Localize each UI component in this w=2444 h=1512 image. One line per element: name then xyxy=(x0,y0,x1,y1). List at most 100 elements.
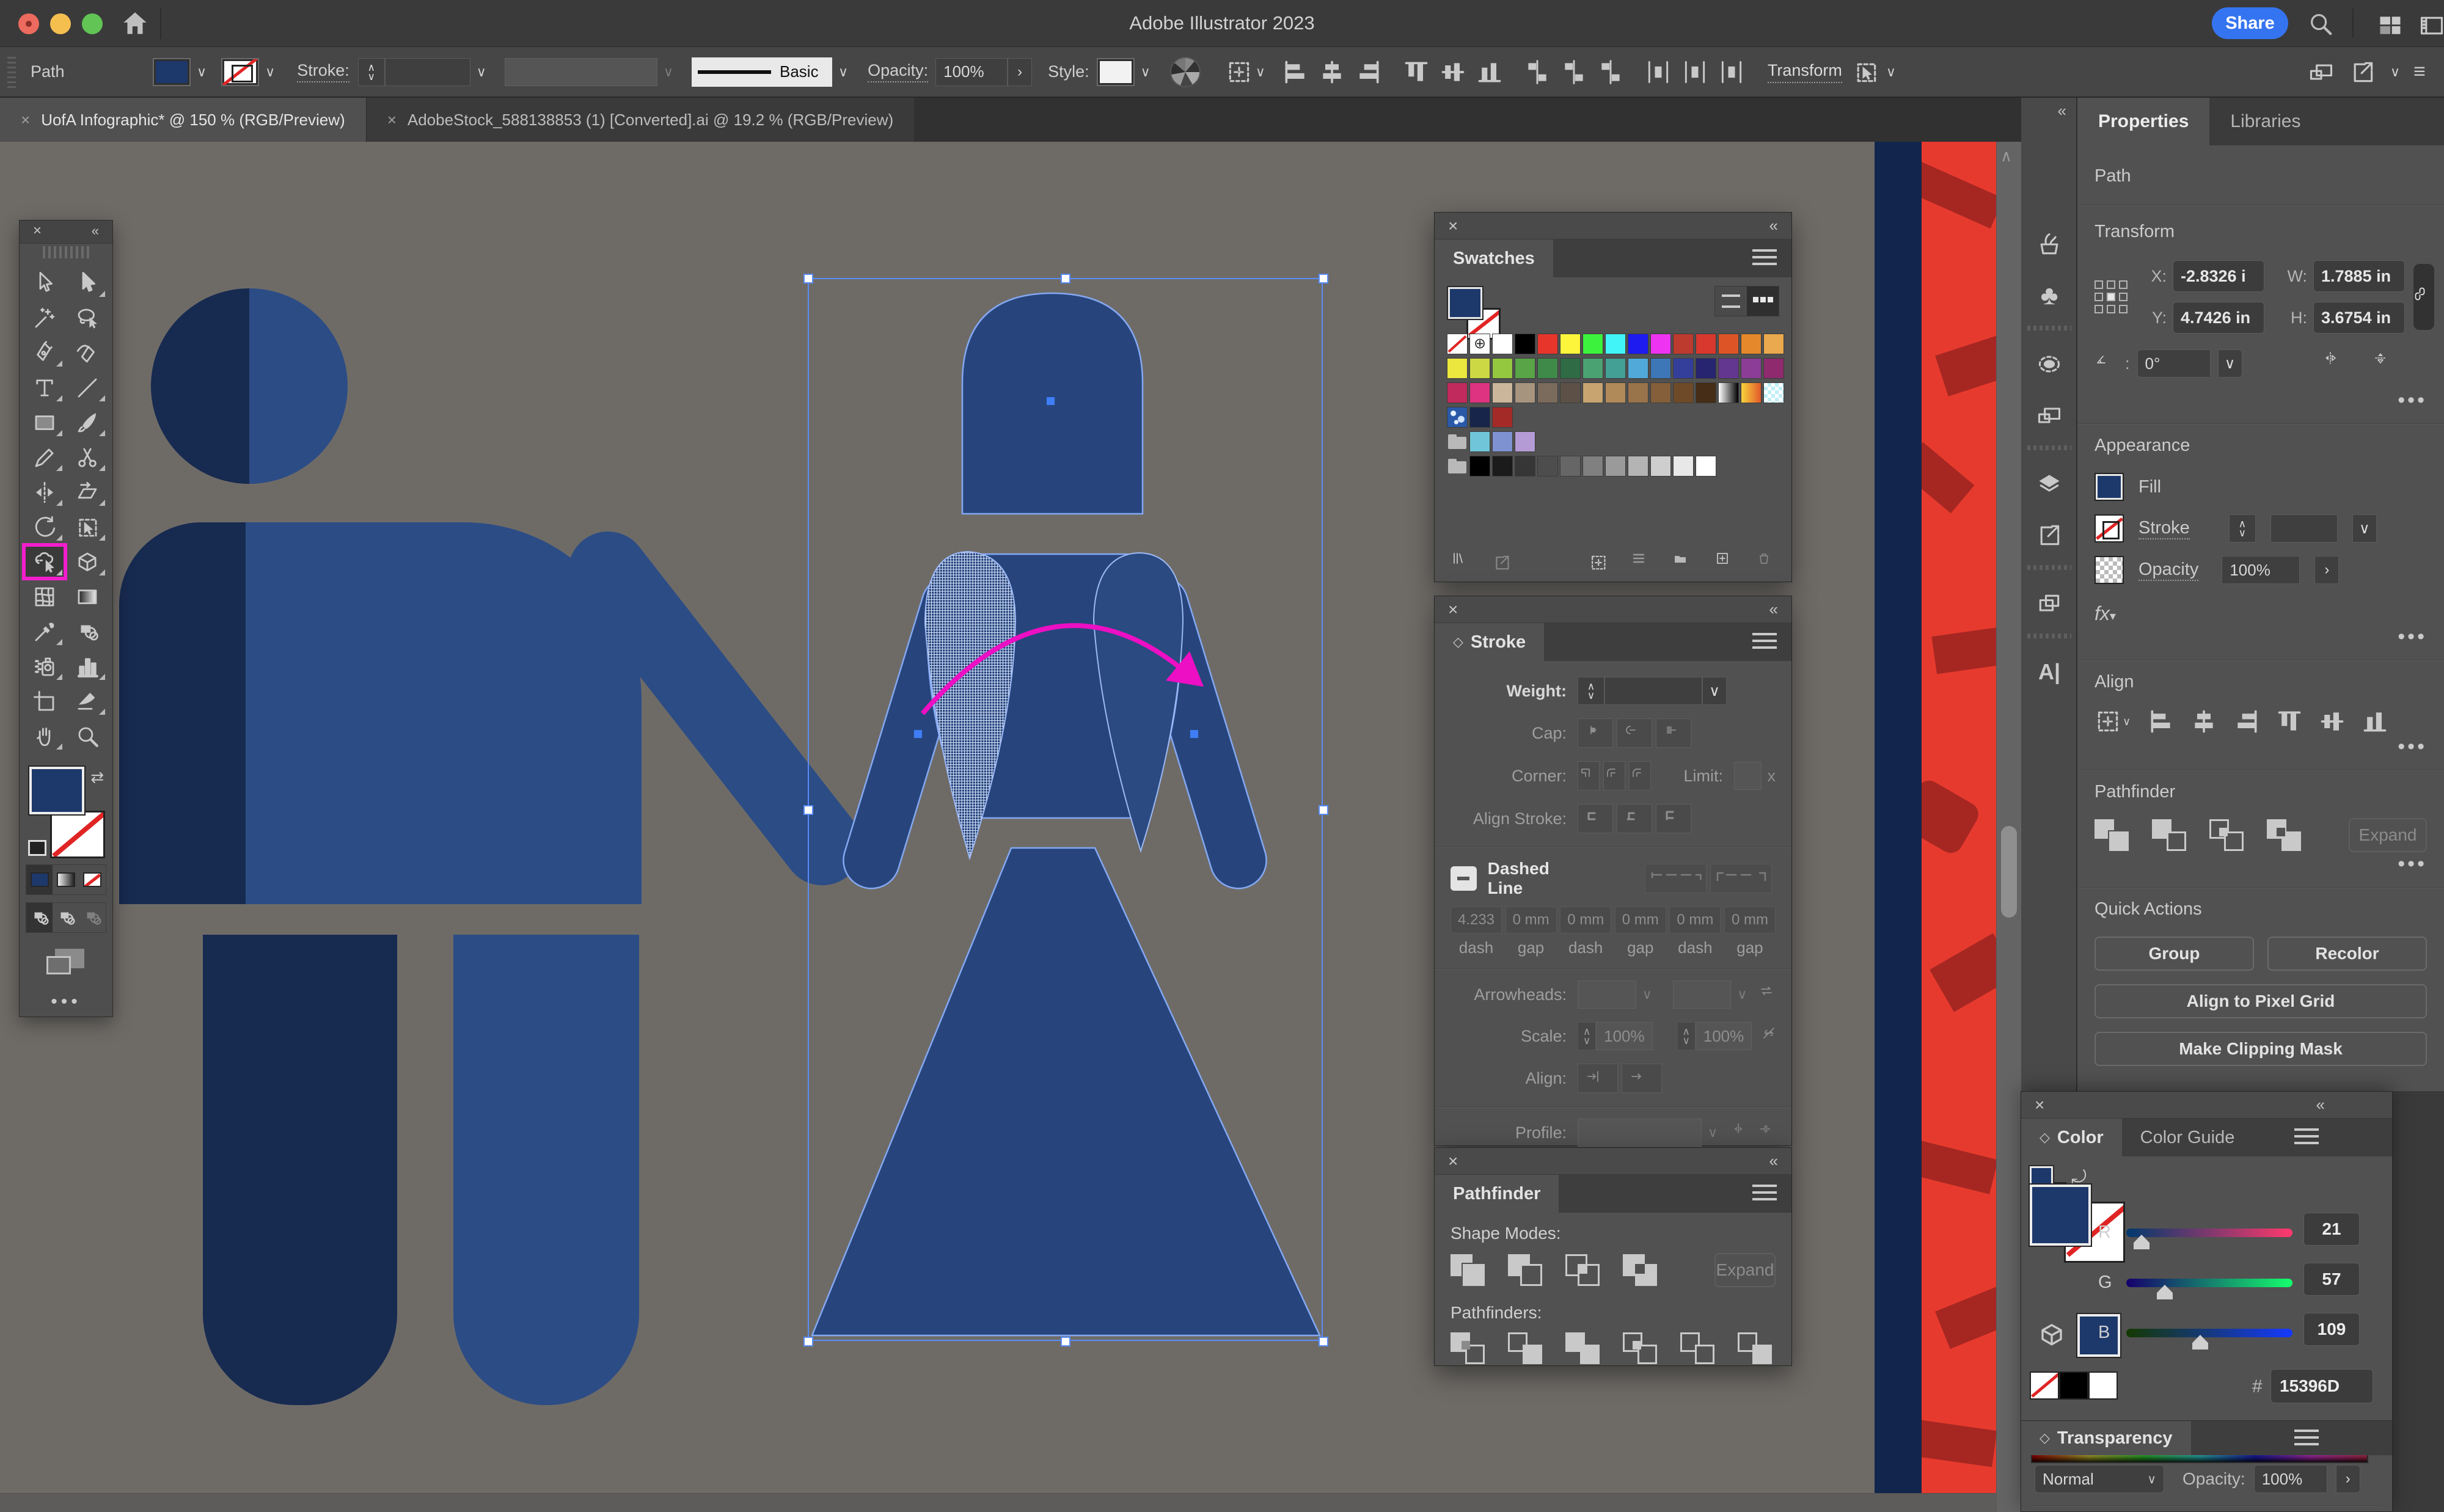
swatch-000000[interactable] xyxy=(1515,334,1535,354)
selection-handle-w[interactable] xyxy=(803,805,813,815)
swatch-9a9a9a[interactable] xyxy=(1605,456,1626,477)
transform-y-field[interactable] xyxy=(2173,302,2264,334)
b-value-field[interactable] xyxy=(2303,1313,2360,1346)
stroke-dropdown-chevron[interactable]: ∨ xyxy=(259,64,281,80)
group-button[interactable]: Group xyxy=(2095,937,2254,971)
flip-along-icon[interactable] xyxy=(1731,1122,1748,1144)
color-menu-icon[interactable] xyxy=(2294,1128,2319,1144)
stroke-weight-value[interactable] xyxy=(385,58,470,86)
male-figure-head[interactable] xyxy=(151,288,348,484)
selection-options-panel-icon[interactable] xyxy=(2021,343,2077,385)
appearance-stroke-label[interactable]: Stroke xyxy=(2138,518,2190,539)
unite-icon[interactable] xyxy=(1451,1254,1485,1286)
align-stroke-outside-button[interactable] xyxy=(1656,804,1691,833)
dash-preset-1-button[interactable] xyxy=(1645,864,1707,893)
swatch-options-icon[interactable] xyxy=(1631,551,1650,574)
fx-button[interactable]: fx▾ xyxy=(2095,602,2427,625)
swatch-grador[interactable] xyxy=(1741,382,1762,403)
arrange-panels-icon[interactable] xyxy=(2307,58,2335,86)
swatches-fill-stroke-proxy[interactable] xyxy=(1448,287,1501,340)
blend-tool[interactable] xyxy=(66,614,109,649)
document-tab-active[interactable]: × UofA Infographic* @ 150 % (RGB/Preview… xyxy=(0,98,366,142)
swatch-93c83f[interactable] xyxy=(1492,358,1513,379)
tab-libraries[interactable]: Libraries xyxy=(2209,98,2321,145)
tools-grip[interactable] xyxy=(43,246,89,258)
swatch-dd3380[interactable] xyxy=(1469,382,1490,403)
color-close-icon[interactable]: × xyxy=(2035,1095,2044,1115)
flip-horizontal-icon[interactable] xyxy=(2323,351,2349,376)
align-options-icon[interactable]: ∨ xyxy=(2095,708,2132,735)
vertical-scrollbar[interactable]: ∧ xyxy=(1996,142,2021,1512)
corner-miter-button[interactable] xyxy=(1578,761,1600,791)
stroke-close-icon[interactable]: × xyxy=(1448,600,1458,619)
fill-color-well[interactable] xyxy=(153,58,191,86)
symbols-panel-icon[interactable]: ♣ xyxy=(2021,274,2077,317)
width-profile-chevron[interactable]: ∨ xyxy=(657,64,679,80)
controlbar-grip[interactable] xyxy=(7,56,16,88)
swatch-58a447[interactable] xyxy=(1515,358,1535,379)
swatch-e5882b[interactable] xyxy=(1741,334,1762,354)
pathfinder-menu-icon[interactable] xyxy=(1752,1185,1777,1200)
swatch-99734a[interactable] xyxy=(1628,382,1648,403)
male-figure-left-leg[interactable] xyxy=(203,935,397,1405)
swatch-b49bd5[interactable] xyxy=(1515,431,1535,452)
outline-icon[interactable] xyxy=(1680,1332,1714,1364)
artwork-red-strip[interactable] xyxy=(1922,142,1996,1512)
style-chevron[interactable]: ∨ xyxy=(1135,64,1157,80)
transparency-opacity-value[interactable]: 100% xyxy=(2254,1465,2327,1493)
stroke-weight-label[interactable]: Stroke: xyxy=(297,61,349,82)
new-swatch-icon[interactable] xyxy=(1715,551,1734,574)
distribute-vertical-top-icon[interactable] xyxy=(1523,58,1551,86)
document-setup-globe-icon[interactable] xyxy=(1170,57,1201,87)
selection-bounding-box[interactable] xyxy=(808,278,1323,1341)
divide-icon[interactable] xyxy=(1451,1332,1485,1364)
align-to-selection-icon[interactable] xyxy=(1225,58,1253,86)
magic-wand-tool[interactable] xyxy=(23,301,66,335)
male-figure-right-leg[interactable] xyxy=(453,935,639,1405)
intersect-icon[interactable] xyxy=(1565,1254,1600,1286)
none-swatch[interactable] xyxy=(2030,1371,2059,1400)
swatches-tab[interactable]: Swatches xyxy=(1435,239,1553,277)
appearance-opacity-swatch[interactable] xyxy=(2095,556,2124,584)
mesh-tool[interactable] xyxy=(23,579,66,614)
swap-arrowheads-icon[interactable] xyxy=(1759,984,1776,1006)
character-panel-icon[interactable]: A| xyxy=(2021,651,2077,693)
type-tool[interactable] xyxy=(23,370,66,405)
swatch-3df23c[interactable] xyxy=(1582,334,1603,354)
document-tab-inactive[interactable]: × AdobeStock_588138853 (1) [Converted].a… xyxy=(366,98,914,142)
transparency-opacity-flyout[interactable]: › xyxy=(2336,1465,2360,1493)
paintbrush-tool[interactable] xyxy=(66,405,109,440)
selection-tool[interactable] xyxy=(23,266,66,301)
width-profile-select[interactable] xyxy=(505,58,657,86)
selection-handle-s[interactable] xyxy=(1061,1337,1070,1346)
arrowhead-scale-start[interactable]: 100% xyxy=(1596,1022,1653,1050)
exclude-icon[interactable] xyxy=(1623,1254,1657,1286)
swatch-51a9d9[interactable] xyxy=(1628,358,1648,379)
close-tab-icon-2[interactable]: × xyxy=(387,111,397,130)
export-panel-icon[interactable] xyxy=(2021,514,2077,557)
gap-field-2[interactable] xyxy=(1615,907,1666,933)
appearance-more-options[interactable]: ••• xyxy=(2095,625,2427,649)
link-scale-icon[interactable] xyxy=(1762,1026,1776,1046)
swatch-cecece[interactable] xyxy=(1650,456,1671,477)
prop-align-right-icon[interactable] xyxy=(2233,708,2260,735)
swatch-e8352b[interactable] xyxy=(1537,334,1558,354)
fill-stroke-indicator[interactable]: ⇄ xyxy=(26,767,106,858)
swatch-folder[interactable] xyxy=(1447,456,1468,477)
male-figure-torso[interactable] xyxy=(119,522,642,904)
brush-definition-select[interactable]: Basic xyxy=(692,57,832,87)
corner-bevel-button[interactable] xyxy=(1629,761,1651,791)
prop-unite-icon[interactable] xyxy=(2095,819,2129,851)
dash-field-3[interactable] xyxy=(1669,907,1721,933)
swatch-ffffff[interactable] xyxy=(1492,334,1513,354)
swatch-4d4d4d[interactable] xyxy=(1537,456,1558,477)
distribute-space-h2-icon[interactable] xyxy=(1681,58,1709,86)
perspective-grid-tool[interactable] xyxy=(66,544,109,579)
swatch-c8a471[interactable] xyxy=(1582,382,1603,403)
gap-field-3[interactable] xyxy=(1724,907,1776,933)
swatch-272470[interactable] xyxy=(1696,358,1716,379)
prop-align-bottom-icon[interactable] xyxy=(2362,708,2388,735)
draw-behind-button[interactable] xyxy=(53,903,79,932)
symbol-sprayer-tool[interactable] xyxy=(23,649,66,684)
reflect-tool[interactable] xyxy=(23,475,66,509)
